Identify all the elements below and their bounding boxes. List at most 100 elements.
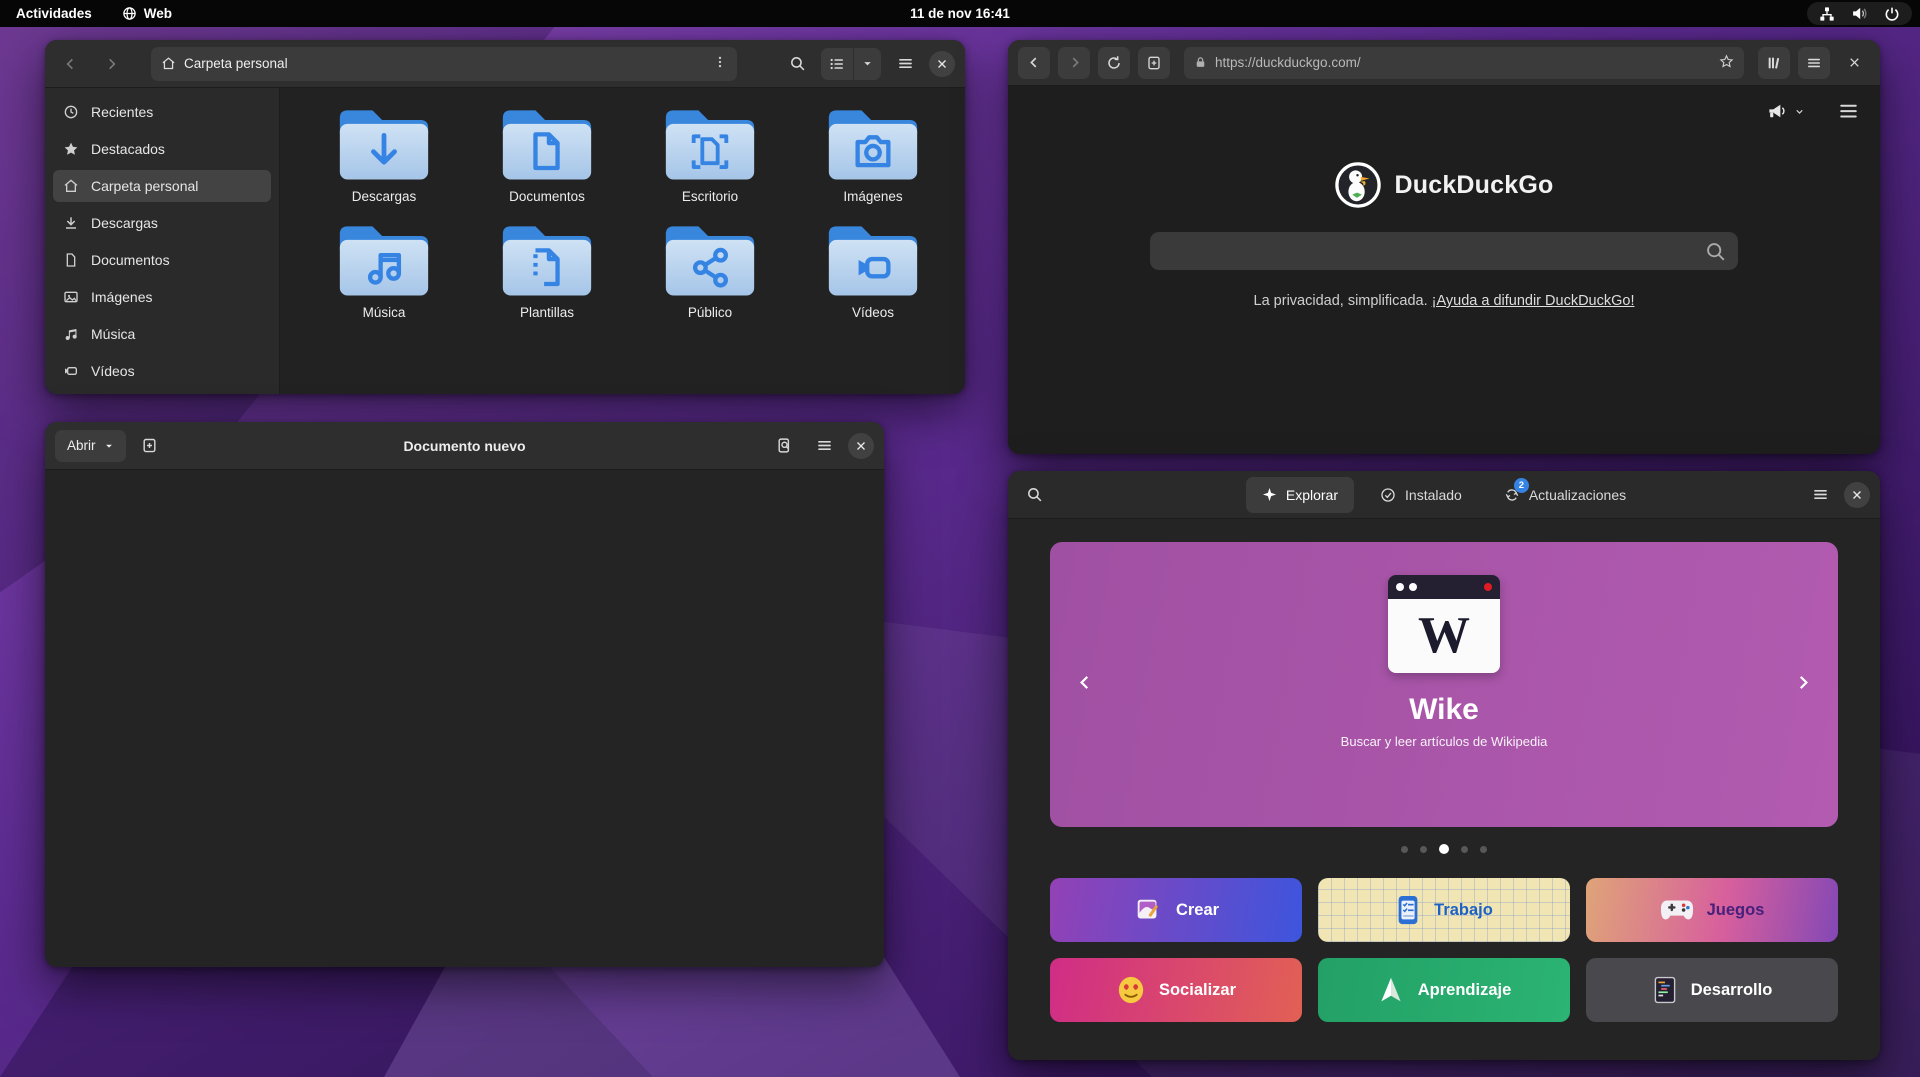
back-button[interactable]	[55, 48, 87, 80]
spread-link[interactable]: ¡Ayuda a difundir DuckDuckGo!	[1432, 293, 1635, 309]
sidebar-item-documentos[interactable]: Documentos	[53, 244, 271, 276]
sidebar-item-destacados[interactable]: Destacados	[53, 133, 271, 165]
browser-back-button[interactable]	[1018, 47, 1050, 79]
library-button[interactable]	[1758, 47, 1790, 79]
files-close-button[interactable]	[929, 51, 955, 77]
sidebar-item-descargas[interactable]: Descargas	[53, 207, 271, 239]
bookmark-star-icon[interactable]	[1719, 54, 1734, 72]
network-icon	[1819, 6, 1835, 22]
tab-explorar[interactable]: Explorar	[1246, 477, 1354, 513]
editor-text-area[interactable]	[45, 470, 884, 967]
close-icon	[1848, 56, 1861, 69]
folder-documentos[interactable]: Documentos	[483, 104, 611, 204]
list-view-icon	[829, 56, 845, 72]
document-title: Documento nuevo	[45, 438, 884, 454]
category-crear[interactable]: Crear	[1050, 878, 1302, 942]
editor-menu-button[interactable]	[808, 430, 840, 462]
featured-app-banner[interactable]: W Wike Buscar y leer artículos de Wikipe…	[1050, 542, 1838, 827]
focused-app-menu[interactable]: Web	[122, 6, 172, 21]
top-bar: Actividades Web 11 de nov 16:41	[0, 0, 1920, 27]
window-close-dot	[1484, 583, 1492, 591]
power-icon	[1884, 6, 1900, 22]
code-terminal-icon	[1652, 975, 1678, 1005]
category-socializar[interactable]: Socializar	[1050, 958, 1302, 1022]
system-tray[interactable]	[1807, 2, 1912, 25]
new-tab-icon	[1146, 55, 1162, 71]
category-trabajo[interactable]: Trabajo	[1318, 878, 1570, 942]
duckduckgo-search-box[interactable]	[1150, 232, 1738, 270]
search-button[interactable]	[781, 48, 813, 80]
search-icon	[1026, 486, 1043, 503]
browser-viewport: DuckDuckGo La privacidad, simplificada. …	[1008, 86, 1880, 454]
category-desarrollo[interactable]: Desarrollo	[1586, 958, 1838, 1022]
folder-musica[interactable]: Música	[320, 220, 448, 320]
url-text: https://duckduckgo.com/	[1215, 55, 1361, 70]
category-aprendizaje[interactable]: Aprendizaje	[1318, 958, 1570, 1022]
sidebar-item-videos[interactable]: Vídeos	[53, 355, 271, 387]
folder-plantillas[interactable]: Plantillas	[483, 220, 611, 320]
carousel-dot[interactable]	[1420, 846, 1427, 853]
path-bar[interactable]: Carpeta personal	[151, 47, 737, 81]
folder-escritorio[interactable]: Escritorio	[646, 104, 774, 204]
featured-app-subtitle: Buscar y leer artículos de Wikipedia	[1341, 734, 1548, 749]
spread-duckduckgo-button[interactable]	[1767, 102, 1805, 120]
software-close-button[interactable]	[1844, 482, 1870, 508]
hamburger-icon	[897, 55, 914, 72]
files-content-area: Descargas Documentos	[280, 88, 965, 394]
browser-close-button[interactable]	[1838, 47, 1870, 79]
open-document-button[interactable]: Abrir	[55, 430, 126, 462]
software-search-button[interactable]	[1018, 479, 1050, 511]
carousel-dot[interactable]	[1480, 846, 1487, 853]
reload-button[interactable]	[1098, 47, 1130, 79]
carousel-dot-active[interactable]	[1439, 844, 1449, 854]
folder-document-icon	[499, 104, 595, 184]
browser-forward-button[interactable]	[1058, 47, 1090, 79]
sidebar-item-imagenes[interactable]: Imágenes	[53, 281, 271, 313]
files-sidebar: Recientes Destacados Carpeta personal De…	[45, 88, 280, 394]
folder-descargas[interactable]: Descargas	[320, 104, 448, 204]
list-view-button[interactable]	[821, 48, 853, 80]
folder-videos[interactable]: Vídeos	[809, 220, 937, 320]
new-tab-button[interactable]	[134, 430, 166, 462]
browser-new-tab-button[interactable]	[1138, 47, 1170, 79]
carousel-dot[interactable]	[1461, 846, 1468, 853]
tab-actualizaciones[interactable]: 2 Actualizaciones	[1488, 477, 1642, 513]
files-window: Carpeta personal	[45, 40, 965, 394]
search-icon[interactable]	[1705, 241, 1726, 262]
software-menu-button[interactable]	[1804, 479, 1836, 511]
close-icon	[855, 440, 867, 452]
editor-close-button[interactable]	[848, 433, 874, 459]
software-headerbar: Explorar Instalado 2 Actualizaciones	[1008, 471, 1880, 519]
activities-button[interactable]: Actividades	[16, 6, 92, 21]
sidebar-item-musica[interactable]: Música	[53, 318, 271, 350]
folder-template-icon	[499, 220, 595, 300]
star-icon	[63, 141, 79, 157]
page-menu-icon[interactable]	[1839, 104, 1858, 119]
clock[interactable]: 11 de nov 16:41	[0, 6, 1920, 21]
sidebar-item-carpeta-personal[interactable]: Carpeta personal	[53, 170, 271, 202]
search-input[interactable]	[1162, 243, 1705, 260]
featured-app-title: Wike	[1409, 693, 1479, 727]
current-path: Carpeta personal	[184, 56, 288, 71]
megaphone-icon	[1767, 102, 1789, 120]
carousel-prev-button[interactable]	[1068, 665, 1102, 704]
view-options-dropdown[interactable]	[853, 48, 881, 80]
folder-publico[interactable]: Público	[646, 220, 774, 320]
window-dot	[1409, 583, 1417, 591]
document-search-button[interactable]	[768, 430, 800, 462]
folder-music-icon	[336, 220, 432, 300]
path-menu-kebab-icon[interactable]	[713, 54, 727, 73]
files-menu-button[interactable]	[889, 48, 921, 80]
forward-button[interactable]	[95, 48, 127, 80]
category-juegos[interactable]: Juegos	[1586, 878, 1838, 942]
browser-menu-button[interactable]	[1798, 47, 1830, 79]
browser-headerbar: https://duckduckgo.com/	[1008, 40, 1880, 86]
folder-imagenes[interactable]: Imágenes	[809, 104, 937, 204]
carousel-next-button[interactable]	[1786, 665, 1820, 704]
tab-instalado[interactable]: Instalado	[1364, 477, 1478, 513]
url-bar[interactable]: https://duckduckgo.com/	[1184, 47, 1744, 79]
sidebar-item-recientes[interactable]: Recientes	[53, 96, 271, 128]
music-icon	[63, 326, 79, 342]
carousel-dot[interactable]	[1401, 846, 1408, 853]
search-icon	[789, 55, 806, 72]
